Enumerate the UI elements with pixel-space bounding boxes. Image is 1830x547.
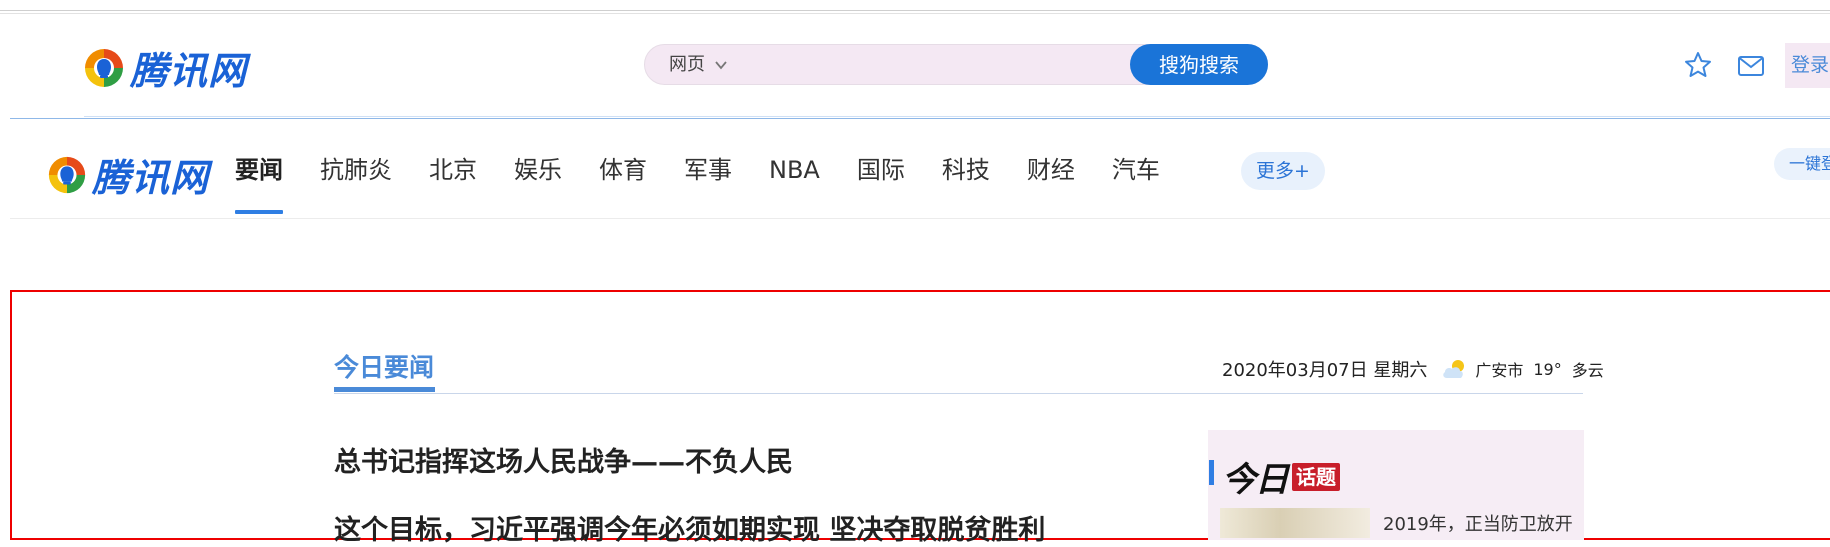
login-button[interactable]: 登录 <box>1785 43 1830 88</box>
tencent-logo-icon <box>85 48 123 87</box>
more-channels-button[interactable]: 更多+ <box>1241 152 1325 190</box>
current-date: 2020年03月07日 星期六 <box>1222 360 1428 381</box>
header-logo[interactable]: 腾讯网 <box>82 40 247 95</box>
topic-thumbnail[interactable] <box>1220 508 1370 538</box>
topic-accent-bar <box>1209 460 1214 485</box>
date-weather: 2020年03月07日 星期六 广安市 19° 多云 <box>1222 356 1604 382</box>
search-bar[interactable]: 网页 搜狗搜索 <box>644 44 1268 85</box>
nav-item-kangfeiyan[interactable]: 抗肺炎 <box>320 150 392 190</box>
top-border-line-secondary <box>0 13 1830 14</box>
weather-temperature: 19° <box>1533 359 1562 379</box>
headline-link[interactable]: 总书记指挥这场人民战争——不负人民 <box>334 440 793 479</box>
nav-item-keji[interactable]: 科技 <box>942 150 990 190</box>
cloudy-weather-icon <box>1443 360 1465 378</box>
weather-condition: 多云 <box>1571 361 1604 380</box>
nav-item-yaowen[interactable]: 要闻 <box>235 150 283 214</box>
nav-logo[interactable]: 腾讯网 <box>46 147 209 202</box>
topic-snippet[interactable]: 2019年，正当防卫放开 <box>1383 510 1573 536</box>
tencent-logo-icon <box>48 156 86 193</box>
nav-item-yule[interactable]: 娱乐 <box>514 150 562 190</box>
topic-badge: 话题 <box>1292 462 1340 491</box>
nav-item-guoji[interactable]: 国际 <box>857 150 905 190</box>
search-button[interactable]: 搜狗搜索 <box>1130 44 1268 85</box>
mail-icon[interactable] <box>1737 55 1765 77</box>
chevron-down-icon <box>715 60 727 69</box>
header-divider-light <box>84 116 1830 117</box>
header-divider <box>10 118 1830 119</box>
nav-item-tiyu[interactable]: 体育 <box>599 150 647 190</box>
weather-city: 广安市 <box>1475 361 1524 380</box>
section-title-underline <box>334 387 435 392</box>
star-icon[interactable] <box>1684 51 1712 79</box>
today-topic-brand[interactable]: 今日 话题 <box>1222 452 1340 501</box>
nav-item-nba[interactable]: NBA <box>769 150 820 190</box>
brand-name: 腾讯网 <box>92 156 210 200</box>
nav-item-qiche[interactable]: 汽车 <box>1112 150 1160 190</box>
channel-nav: 要闻 抗肺炎 北京 娱乐 体育 军事 NBA 国际 科技 财经 汽车 <box>235 150 1197 214</box>
nav-divider <box>10 218 1830 219</box>
one-key-login-button[interactable]: 一键登 <box>1774 148 1830 180</box>
search-type-label: 网页 <box>669 54 705 75</box>
section-divider <box>334 393 1583 394</box>
nav-item-caijing[interactable]: 财经 <box>1027 150 1075 190</box>
headline-link[interactable]: 这个目标，习近平强调今年必须如期实现 坚决夺取脱贫胜利 <box>334 508 1045 547</box>
section-title[interactable]: 今日要闻 <box>334 348 434 384</box>
top-border-line <box>0 10 1830 11</box>
nav-item-beijing[interactable]: 北京 <box>429 150 477 190</box>
brand-name: 腾讯网 <box>130 49 248 93</box>
topic-brand-text: 今日 <box>1222 460 1289 500</box>
nav-item-junshi[interactable]: 军事 <box>684 150 732 190</box>
search-type-select[interactable]: 网页 <box>669 45 727 84</box>
